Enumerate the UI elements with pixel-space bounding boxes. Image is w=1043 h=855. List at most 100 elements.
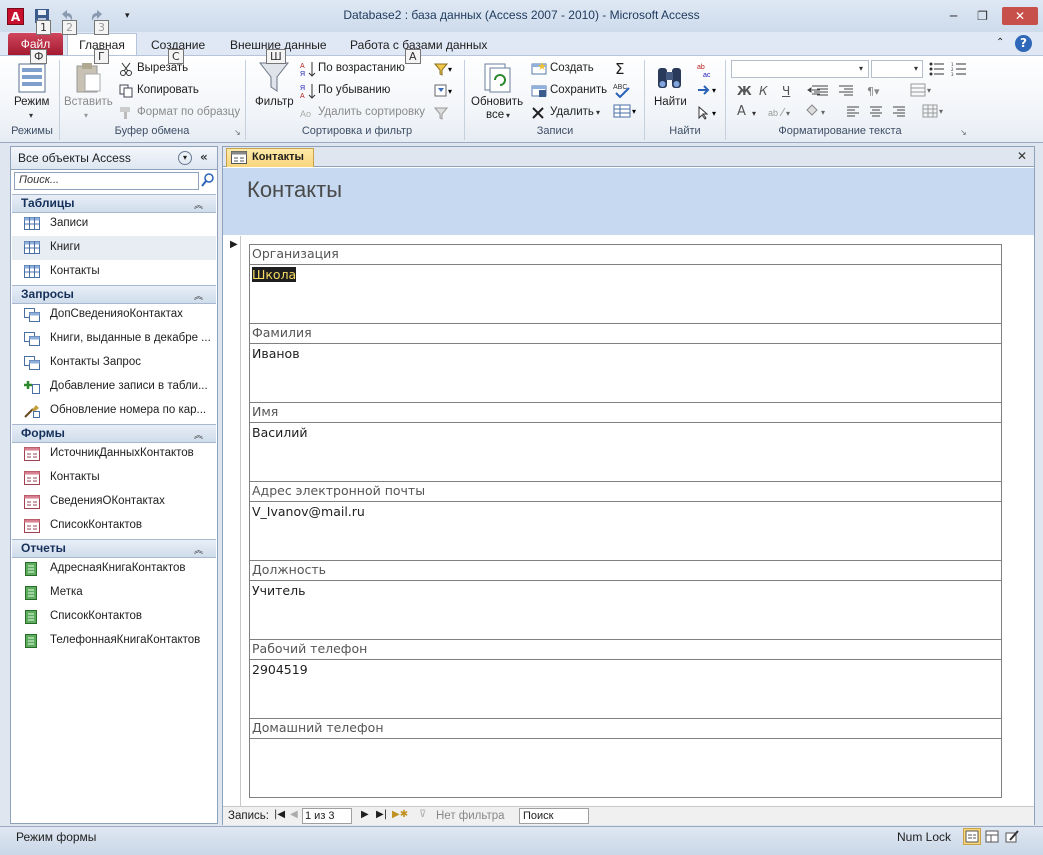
svg-text:▾: ▾ bbox=[448, 65, 452, 74]
italic-button[interactable]: К bbox=[759, 84, 768, 98]
nav-menu-dropdown-icon[interactable]: ▾ bbox=[178, 151, 192, 165]
font-color-dropdown-icon[interactable]: ▾ bbox=[752, 109, 756, 118]
text-format-launcher-icon[interactable]: ↘ bbox=[960, 128, 967, 137]
save-record-icon bbox=[531, 84, 547, 98]
alternate-row-color-icon[interactable]: ▾ bbox=[922, 104, 948, 118]
paste-dropdown-icon[interactable]: ▾ bbox=[84, 111, 88, 120]
find-button[interactable]: Найти bbox=[654, 96, 687, 108]
numbering-icon[interactable]: 123 bbox=[951, 62, 967, 76]
refresh-all-button[interactable]: Обновить bbox=[471, 96, 523, 108]
fill-color-icon[interactable]: ▾ bbox=[804, 104, 830, 118]
advanced-filter-icon[interactable]: ▾ bbox=[434, 84, 456, 98]
design-view-button[interactable] bbox=[1004, 829, 1020, 844]
sort-ascending-button[interactable]: По возрастанию bbox=[318, 62, 405, 74]
delete-record-icon bbox=[531, 106, 545, 120]
remove-sort-button[interactable]: Удалить сортировку bbox=[318, 106, 425, 118]
font-name-combo[interactable] bbox=[731, 60, 869, 78]
delete-record-button[interactable]: Удалить bbox=[550, 106, 594, 118]
align-right-icon[interactable] bbox=[892, 106, 906, 118]
copy-button[interactable]: Копировать bbox=[137, 84, 199, 96]
nav-item-label: Метка bbox=[50, 586, 83, 598]
chevron-up-icon[interactable]: ︽ bbox=[194, 289, 203, 302]
find-binoculars-icon bbox=[655, 62, 685, 92]
nav-search-input[interactable]: Поиск... bbox=[14, 172, 199, 190]
field-input-first-name[interactable]: Василий bbox=[249, 423, 1002, 482]
totals-sigma-icon[interactable]: Σ bbox=[615, 60, 624, 78]
chevron-up-icon[interactable]: ︽ bbox=[194, 428, 203, 441]
keytip-create: С bbox=[168, 49, 184, 64]
minimize-button[interactable]: ─ bbox=[940, 7, 967, 25]
font-size-dropdown-icon[interactable]: ▾ bbox=[914, 64, 918, 73]
field-input-home-phone[interactable] bbox=[249, 739, 1002, 798]
maximize-button[interactable]: ❐ bbox=[969, 7, 996, 25]
bullets-icon[interactable] bbox=[929, 62, 945, 76]
indent-increase-icon[interactable] bbox=[838, 85, 854, 97]
field-input-last-name[interactable]: Иванов bbox=[249, 344, 1002, 403]
delete-dropdown-icon[interactable]: ▾ bbox=[596, 108, 600, 117]
close-document-icon[interactable]: ✕ bbox=[1017, 149, 1027, 163]
field-label-work-phone: Рабочий телефон bbox=[249, 639, 1002, 660]
select-pointer-icon[interactable]: ▾ bbox=[697, 106, 721, 120]
view-mode-dropdown-icon[interactable]: ▾ bbox=[29, 111, 33, 120]
field-input-organization[interactable]: Школа bbox=[249, 265, 1002, 324]
highlight-icon[interactable]: ab ▾ bbox=[768, 106, 794, 118]
save-record-button[interactable]: Сохранить bbox=[550, 84, 607, 96]
next-record-icon[interactable]: ▶ bbox=[361, 809, 369, 820]
record-search-input[interactable]: Поиск bbox=[519, 808, 589, 824]
current-record-input[interactable]: 1 из 3 bbox=[302, 808, 352, 824]
search-icon[interactable] bbox=[201, 173, 215, 187]
filter-status-button[interactable]: Нет фильтра bbox=[436, 810, 505, 822]
help-icon[interactable]: ? bbox=[1015, 35, 1032, 52]
previous-record-icon[interactable]: ◀ bbox=[290, 809, 298, 820]
group-label-records: Записи bbox=[536, 125, 574, 137]
format-painter-icon bbox=[119, 106, 133, 120]
font-color-button[interactable]: A bbox=[737, 104, 746, 119]
filter-button[interactable]: Фильтр bbox=[255, 96, 294, 108]
goto-arrow-icon[interactable]: ▾ bbox=[697, 84, 721, 96]
svg-text:Я: Я bbox=[300, 85, 305, 92]
status-numlock-text: Num Lock bbox=[897, 830, 952, 844]
align-center-icon[interactable] bbox=[869, 106, 883, 118]
chevron-up-icon[interactable]: ︽ bbox=[194, 543, 203, 556]
last-record-icon[interactable]: ▶| bbox=[376, 809, 387, 820]
font-name-dropdown-icon[interactable]: ▾ bbox=[859, 64, 863, 73]
paste-button[interactable]: Вставить bbox=[64, 96, 113, 108]
refresh-all-button-line2[interactable]: все bbox=[486, 109, 504, 121]
status-mode-text: Режим формы bbox=[16, 830, 97, 844]
nav-pane-title[interactable]: Все объекты Access bbox=[18, 151, 131, 165]
new-record-nav-icon[interactable]: ▶✱ bbox=[392, 809, 408, 820]
refresh-dropdown-icon[interactable]: ▾ bbox=[506, 111, 510, 120]
align-list-icon[interactable] bbox=[813, 85, 829, 97]
svg-text:ac: ac bbox=[703, 72, 711, 78]
format-painter-button[interactable]: Формат по образцу bbox=[137, 106, 240, 118]
view-mode-button[interactable]: Режим bbox=[14, 96, 49, 108]
align-left-icon[interactable] bbox=[846, 106, 860, 118]
spelling-icon[interactable]: ABC bbox=[613, 82, 631, 98]
nav-collapse-icon[interactable]: « bbox=[200, 150, 208, 164]
sort-descending-button[interactable]: По убыванию bbox=[318, 84, 390, 96]
layout-view-button[interactable] bbox=[984, 829, 1000, 844]
gridlines-icon[interactable]: ▾ bbox=[910, 83, 934, 97]
minimize-ribbon-icon[interactable]: ⌃ bbox=[996, 37, 1004, 48]
record-selector[interactable] bbox=[224, 236, 241, 806]
form-icon bbox=[24, 495, 40, 509]
report-icon bbox=[24, 634, 40, 648]
group-separator bbox=[464, 60, 465, 140]
field-input-email[interactable]: V_Ivanov@mail.ru bbox=[249, 502, 1002, 561]
chevron-up-icon[interactable]: ︽ bbox=[194, 198, 203, 211]
toggle-filter-icon[interactable] bbox=[434, 106, 448, 120]
new-record-button[interactable]: Создать bbox=[550, 62, 594, 74]
field-input-job-title[interactable]: Учитель bbox=[249, 581, 1002, 640]
clipboard-launcher-icon[interactable]: ↘ bbox=[234, 128, 241, 137]
replace-icon[interactable]: ab ac bbox=[697, 62, 713, 78]
paragraph-direction-icon[interactable]: ¶▾ bbox=[867, 85, 880, 98]
more-records-icon[interactable]: ▾ bbox=[613, 104, 639, 118]
form-icon bbox=[231, 151, 247, 164]
first-record-icon[interactable]: |◀ bbox=[274, 809, 285, 820]
form-view-button[interactable] bbox=[963, 828, 981, 845]
close-window-button[interactable]: ✕ bbox=[1002, 7, 1038, 25]
bold-button[interactable]: Ж bbox=[737, 84, 752, 98]
selection-filter-icon[interactable]: ▾ bbox=[434, 62, 456, 76]
underline-button[interactable]: Ч bbox=[782, 84, 790, 98]
field-input-work-phone[interactable]: 2904519 bbox=[249, 660, 1002, 719]
